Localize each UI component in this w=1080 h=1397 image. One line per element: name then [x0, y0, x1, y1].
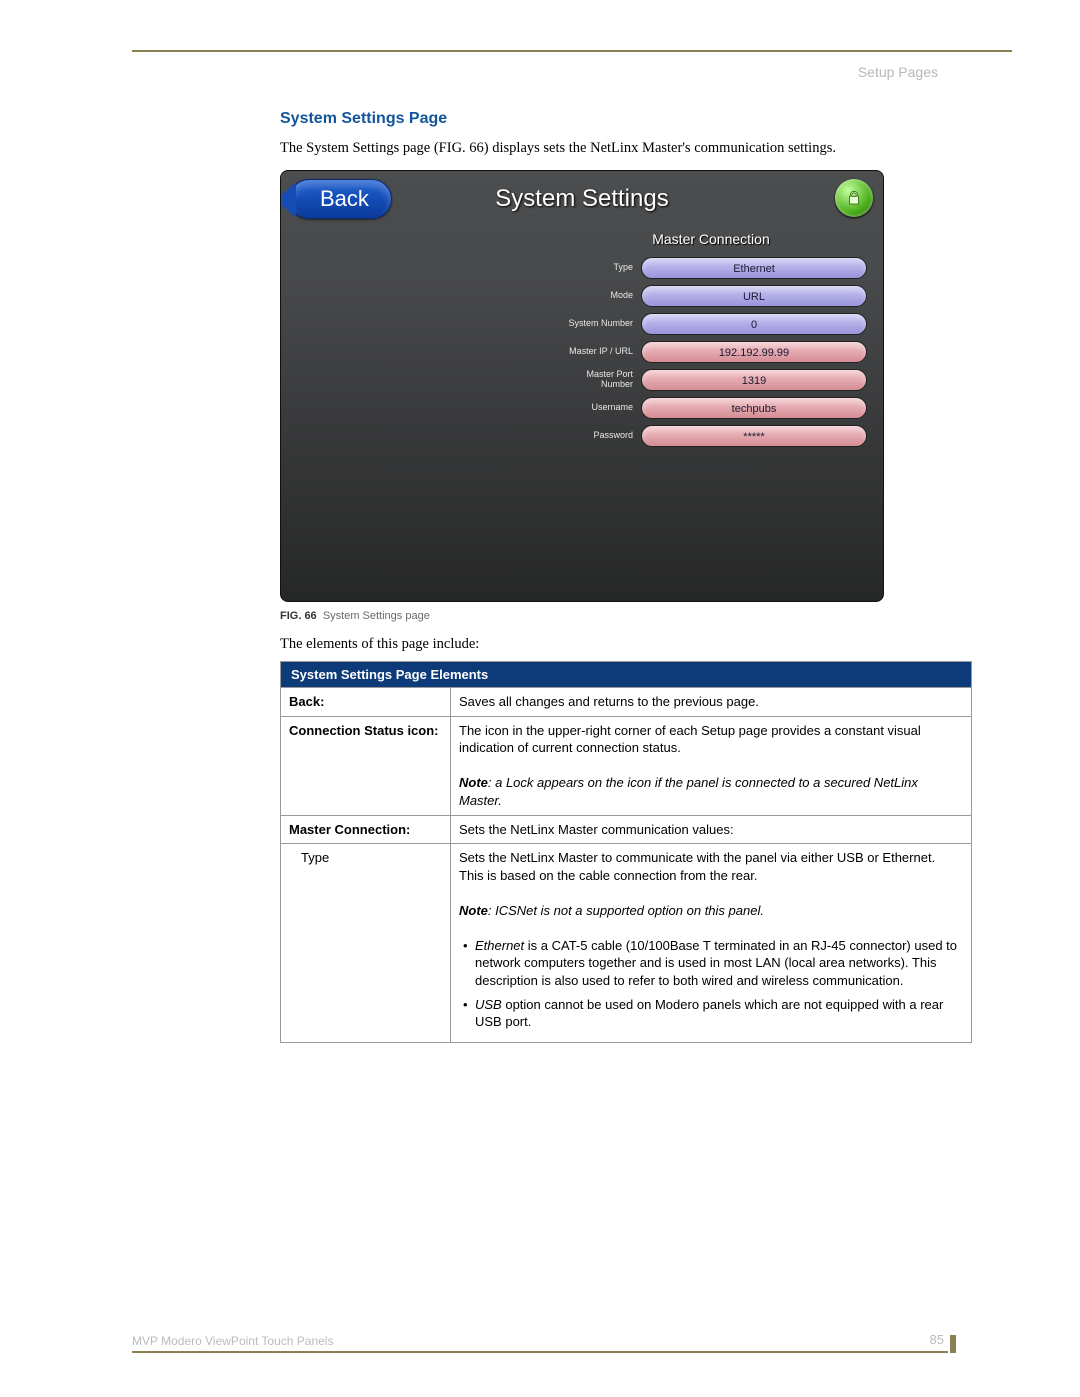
figure-caption-text: System Settings page — [323, 610, 430, 622]
elements-table: System Settings Page Elements Back: Save… — [280, 661, 972, 1042]
back-button[interactable]: Back — [289, 179, 392, 219]
mc-row-mode: Mode URL — [555, 285, 867, 307]
section-title: System Settings Page — [280, 110, 1010, 128]
bullet2-em: USB — [475, 997, 502, 1012]
mc-row-ipurl: Master IP / URL 192.192.99.99 — [555, 341, 867, 363]
master-connection-header: Master Connection — [555, 231, 867, 247]
bullet1-em: Ethernet — [475, 938, 524, 953]
page-footer: MVP Modero ViewPoint Touch Panels 85 — [132, 1331, 948, 1353]
row-label-conn: Connection Status icon: — [281, 716, 451, 815]
elements-table-header: System Settings Page Elements — [281, 662, 972, 688]
table-row: Type Sets the NetLinx Master to communic… — [281, 844, 972, 1042]
figure-ref: FIG. 66 — [280, 610, 317, 622]
mc-value-mode[interactable]: URL — [641, 285, 867, 307]
row-desc-type-text: Sets the NetLinx Master to communicate w… — [459, 850, 935, 883]
bullet2-rest: option cannot be used on Modero panels w… — [475, 997, 943, 1030]
mc-label-sysnum: System Number — [555, 319, 641, 329]
master-connection-section: Master Connection Type Ethernet Mode URL… — [555, 231, 867, 453]
connection-status-icon[interactable] — [835, 179, 873, 217]
footer-page-number: 85 — [930, 1332, 944, 1347]
mc-label-user: Username — [555, 403, 641, 413]
row-desc-back: Saves all changes and returns to the pre… — [451, 688, 972, 717]
row-desc-conn: The icon in the upper-right corner of ea… — [451, 716, 972, 815]
mc-label-port: Master Port Number — [555, 370, 641, 390]
table-row: Back: Saves all changes and returns to t… — [281, 688, 972, 717]
type-bullets: Ethernet is a CAT-5 cable (10/100Base T … — [459, 937, 963, 1031]
list-item: Ethernet is a CAT-5 cable (10/100Base T … — [463, 937, 963, 990]
table-row: Connection Status icon: The icon in the … — [281, 716, 972, 815]
footer-text: MVP Modero ViewPoint Touch Panels — [132, 1334, 333, 1348]
mc-row-pass: Password ***** — [555, 425, 867, 447]
mc-row-user: Username techpubs — [555, 397, 867, 419]
mc-row-type: Type Ethernet — [555, 257, 867, 279]
mc-value-user[interactable]: techpubs — [641, 397, 867, 419]
row-desc-conn-text: The icon in the upper-right corner of ea… — [459, 723, 921, 756]
row-note-type: : ICSNet is not a supported option on th… — [488, 903, 764, 918]
row-label-type: Type — [281, 844, 451, 1042]
mc-label-pass: Password — [555, 431, 641, 441]
mc-value-type[interactable]: Ethernet — [641, 257, 867, 279]
row-label-master: Master Connection: — [281, 815, 451, 844]
panel-header: Back System Settings — [281, 171, 883, 227]
mc-value-sysnum[interactable]: 0 — [641, 313, 867, 335]
mc-value-pass[interactable]: ***** — [641, 425, 867, 447]
row-note-conn: : a Lock appears on the icon if the pane… — [459, 775, 918, 808]
elements-lead-text: The elements of this page include: — [280, 636, 1010, 653]
page-header-section: Setup Pages — [858, 64, 938, 80]
bullet1-rest: is a CAT-5 cable (10/100Base T terminate… — [475, 938, 957, 988]
mc-label-type: Type — [555, 263, 641, 273]
mc-label-ipurl: Master IP / URL — [555, 347, 641, 357]
mc-value-ipurl[interactable]: 192.192.99.99 — [641, 341, 867, 363]
figure-caption: FIG. 66 System Settings page — [280, 610, 1010, 622]
lock-icon — [845, 189, 863, 207]
row-note-prefix-conn: Note — [459, 775, 488, 790]
row-label-back: Back: — [281, 688, 451, 717]
footer-accent-icon — [950, 1335, 956, 1353]
section-intro: The System Settings page (FIG. 66) displ… — [280, 138, 1010, 158]
mc-row-sysnum: System Number 0 — [555, 313, 867, 335]
row-desc-type: Sets the NetLinx Master to communicate w… — [451, 844, 972, 1042]
page-content: System Settings Page The System Settings… — [280, 110, 1010, 1043]
table-row: Master Connection: Sets the NetLinx Mast… — [281, 815, 972, 844]
mc-value-port[interactable]: 1319 — [641, 369, 867, 391]
mc-row-port: Master Port Number 1319 — [555, 369, 867, 391]
mc-label-mode: Mode — [555, 291, 641, 301]
row-desc-master: Sets the NetLinx Master communication va… — [451, 815, 972, 844]
row-note-prefix-type: Note — [459, 903, 488, 918]
list-item: USB option cannot be used on Modero pane… — [463, 996, 963, 1031]
touch-panel-screenshot: Back System Settings Master Connection T… — [280, 170, 884, 602]
back-button-label: Back — [320, 186, 369, 212]
